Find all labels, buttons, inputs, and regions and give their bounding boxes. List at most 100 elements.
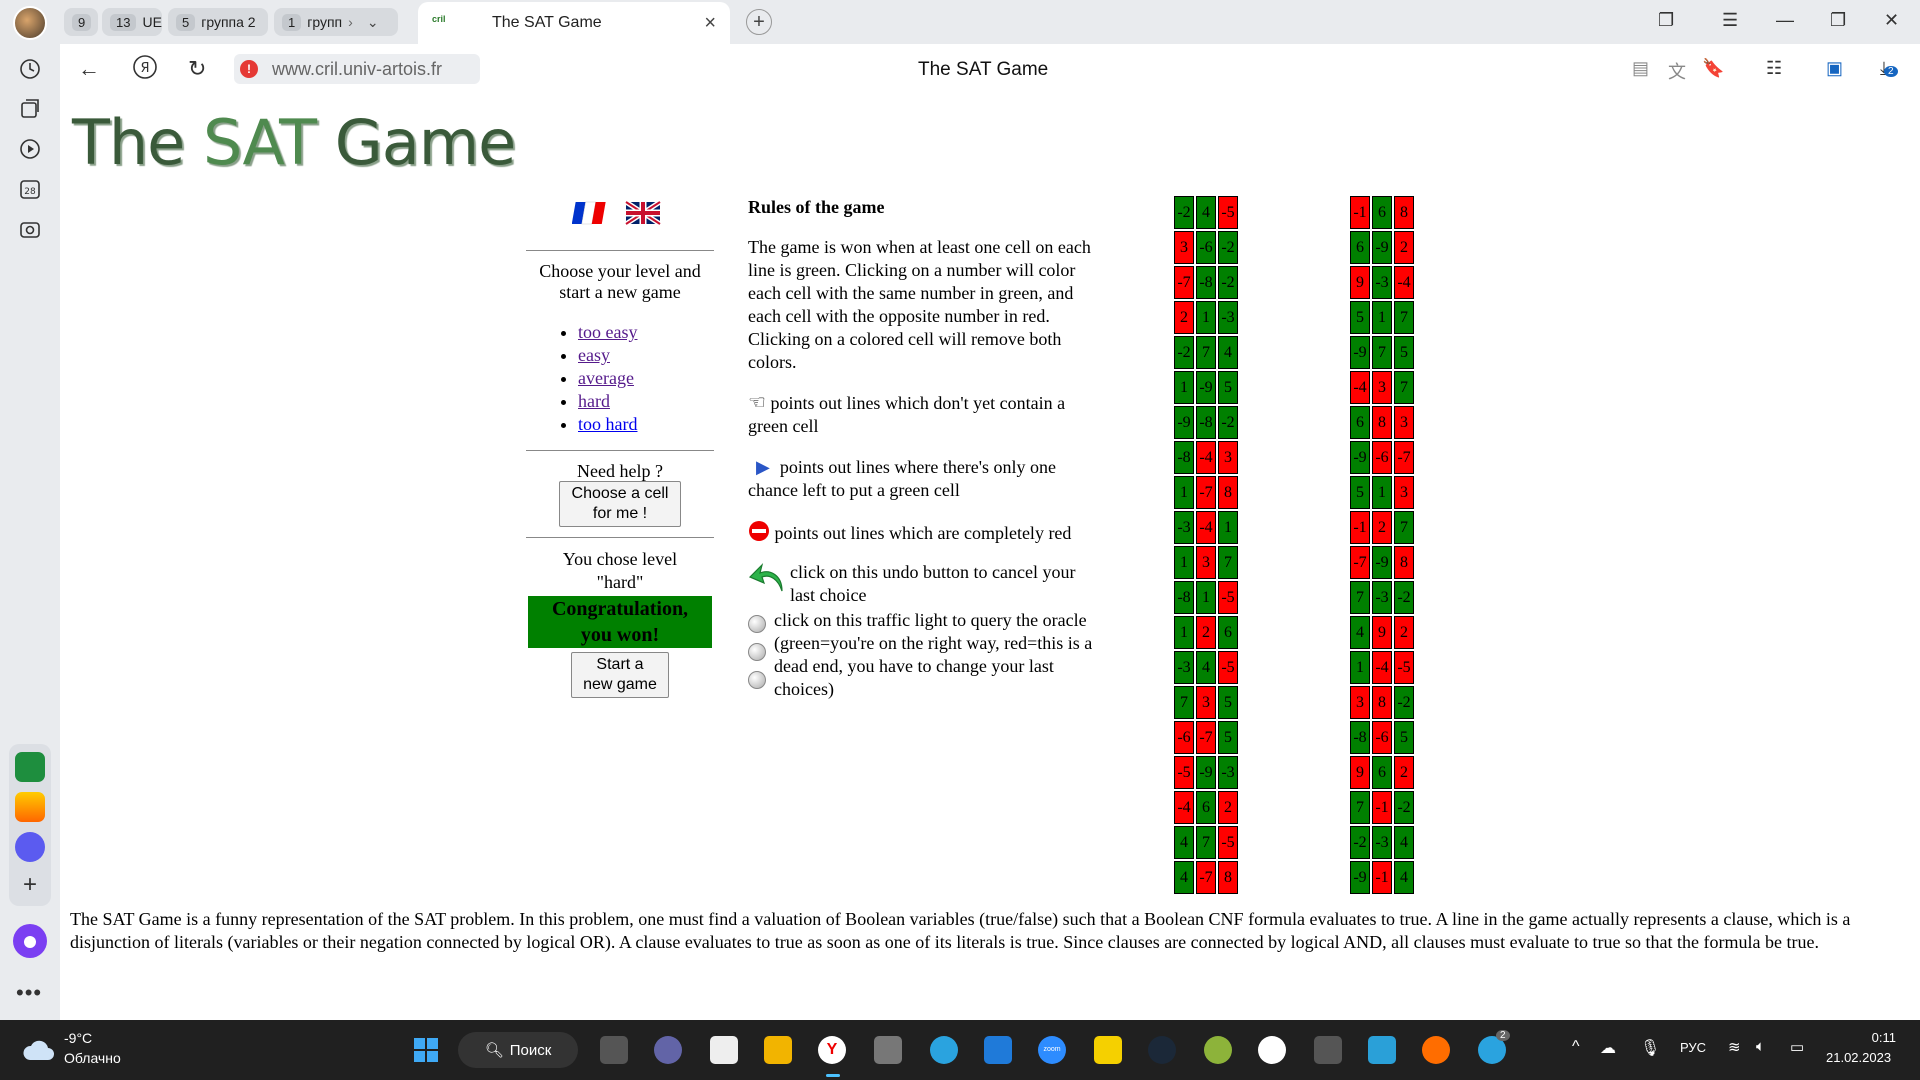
literal-cell[interactable]: 4 [1196,651,1216,684]
literal-cell[interactable]: 9 [1372,616,1392,649]
level-link-hard[interactable]: hard [578,391,610,411]
literal-cell[interactable]: -2 [1174,196,1194,229]
volume-icon[interactable]: 🔈︎ [1756,1038,1765,1055]
literal-cell[interactable]: -5 [1218,581,1238,614]
literal-cell[interactable]: 3 [1196,546,1216,579]
literal-cell[interactable]: 7 [1196,336,1216,369]
teams-chat-icon[interactable] [654,1036,682,1064]
literal-cell[interactable]: 1 [1174,476,1194,509]
tab-group-1[interactable]: 9 [64,8,98,36]
literal-cell[interactable]: 3 [1218,441,1238,474]
literal-cell[interactable]: -6 [1174,721,1194,754]
bookmarks-panel-icon[interactable]: ☷ [1766,58,1782,79]
literal-cell[interactable]: -3 [1372,266,1392,299]
level-link-too-easy[interactable]: too easy [578,322,637,342]
level-link-average[interactable]: average [578,368,634,388]
literal-cell[interactable]: 3 [1394,406,1414,439]
back-icon[interactable]: ← [78,56,100,82]
literal-cell[interactable]: -8 [1174,441,1194,474]
literal-cell[interactable]: -1 [1350,196,1370,229]
literal-cell[interactable]: 7 [1394,371,1414,404]
window-close-icon[interactable]: ✕ [1884,10,1899,31]
literal-cell[interactable]: 1 [1350,651,1370,684]
literal-cell[interactable]: -1 [1350,511,1370,544]
literal-cell[interactable]: -9 [1350,336,1370,369]
literal-cell[interactable]: 5 [1394,721,1414,754]
literal-cell[interactable]: -3 [1218,301,1238,334]
literal-cell[interactable]: -3 [1218,756,1238,789]
literal-cell[interactable]: -6 [1372,721,1392,754]
language-indicator[interactable]: РУС [1680,1040,1706,1055]
literal-cell[interactable]: -3 [1372,581,1392,614]
literal-cell[interactable]: -3 [1372,826,1392,859]
literal-cell[interactable]: 1 [1174,616,1194,649]
sticky-notes-icon[interactable] [1094,1036,1122,1064]
reload-icon[interactable]: ↻ [188,56,206,82]
menu-icon[interactable]: ☰ [1722,10,1738,31]
literal-cell[interactable]: 2 [1372,511,1392,544]
literal-cell[interactable]: 1 [1196,581,1216,614]
literal-cell[interactable]: 7 [1196,826,1216,859]
literal-cell[interactable]: 8 [1218,861,1238,894]
profile-avatar[interactable] [13,6,47,40]
telegram-icon[interactable] [930,1036,958,1064]
literal-cell[interactable]: 3 [1174,231,1194,264]
literal-cell[interactable]: 7 [1350,791,1370,824]
literal-cell[interactable]: -7 [1196,861,1216,894]
video-play-icon[interactable] [13,132,47,166]
french-flag-icon[interactable] [572,200,610,226]
literal-cell[interactable]: -5 [1174,756,1194,789]
literal-cell[interactable]: 1 [1372,476,1392,509]
literal-cell[interactable]: 9 [1350,266,1370,299]
messenger-app-icon[interactable] [15,832,45,862]
literal-cell[interactable]: -7 [1394,441,1414,474]
network-app-icon[interactable] [1368,1036,1396,1064]
not-secure-warning-icon[interactable]: ! [240,60,258,78]
vscode-icon[interactable] [984,1036,1012,1064]
literal-cell[interactable]: 7 [1174,686,1194,719]
clock-time[interactable]: 0:11 [1846,1030,1896,1045]
steam-icon[interactable] [1148,1036,1176,1064]
microphone-icon[interactable]: 🎙︎ [1640,1038,1660,1058]
close-icon[interactable]: × [704,12,716,35]
file-explorer-icon[interactable] [764,1036,792,1064]
screenshot-icon[interactable] [13,212,47,246]
literal-cell[interactable]: 1 [1196,301,1216,334]
uk-flag-icon[interactable] [624,200,662,226]
literal-cell[interactable]: -7 [1174,266,1194,299]
literal-cell[interactable]: -9 [1372,231,1392,264]
literal-cell[interactable]: -7 [1350,546,1370,579]
literal-cell[interactable]: -9 [1196,756,1216,789]
literal-cell[interactable]: -2 [1218,231,1238,264]
literal-cell[interactable]: 8 [1394,546,1414,579]
minimize-icon[interactable]: — [1776,10,1794,31]
literal-cell[interactable]: -2 [1394,686,1414,719]
literal-cell[interactable]: -8 [1174,581,1194,614]
calculator-icon[interactable] [874,1036,902,1064]
literal-cell[interactable]: 1 [1372,301,1392,334]
notepad-icon[interactable] [710,1036,738,1064]
literal-cell[interactable]: -3 [1174,651,1194,684]
literal-cell[interactable]: 2 [1174,301,1194,334]
literal-cell[interactable]: 4 [1196,196,1216,229]
literal-cell[interactable]: -1 [1372,791,1392,824]
literal-cell[interactable]: 4 [1174,861,1194,894]
literal-cell[interactable]: 1 [1218,511,1238,544]
literal-cell[interactable]: 3 [1196,686,1216,719]
literal-cell[interactable]: 4 [1394,861,1414,894]
literal-cell[interactable]: 8 [1372,406,1392,439]
literal-cell[interactable]: 7 [1394,301,1414,334]
literal-cell[interactable]: 5 [1218,371,1238,404]
level-link-too-hard[interactable]: too hard [578,414,637,434]
literal-cell[interactable]: -9 [1174,406,1194,439]
literal-cell[interactable]: 7 [1350,581,1370,614]
literal-cell[interactable]: -5 [1218,826,1238,859]
literal-cell[interactable]: -8 [1350,721,1370,754]
wifi-icon[interactable]: ≋ [1728,1038,1741,1056]
more-icon[interactable]: ••• [16,980,42,1006]
literal-cell[interactable]: -7 [1196,721,1216,754]
literal-cell[interactable]: -4 [1350,371,1370,404]
alice-assistant-icon[interactable] [13,924,47,958]
literal-cell[interactable]: -2 [1394,791,1414,824]
unity-icon[interactable] [1314,1036,1342,1064]
